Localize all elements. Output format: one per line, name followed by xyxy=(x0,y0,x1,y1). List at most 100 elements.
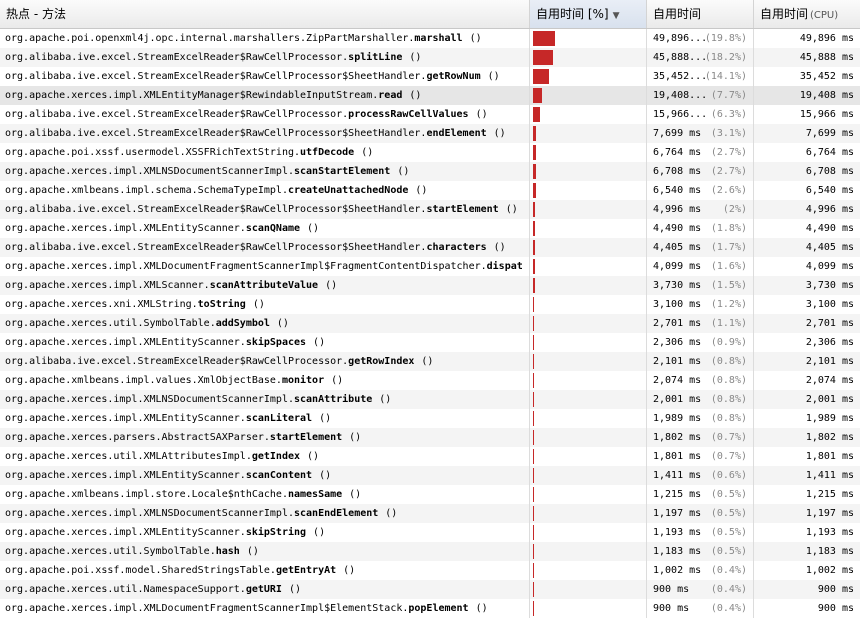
method-cell: org.apache.xmlbeans.impl.store.Locale$nt… xyxy=(0,485,530,504)
method-package: org.apache.xerces.impl.XMLDocumentFragme… xyxy=(5,261,487,272)
table-row[interactable]: org.alibaba.ive.excel.StreamExcelReader$… xyxy=(0,124,860,143)
self-time-bar xyxy=(533,107,540,122)
cpu-time-cell: 1,411 ms xyxy=(754,466,860,485)
column-header-self-time-cpu[interactable]: 自用时间 (CPU) xyxy=(754,0,860,28)
self-time-percent: (0.8%) xyxy=(710,413,747,424)
method-parens: () xyxy=(276,318,289,329)
column-header-self-time[interactable]: 自用时间 xyxy=(647,0,754,28)
self-time-bar xyxy=(533,50,553,65)
cpu-time-value: 1,215 ms xyxy=(805,489,854,500)
self-time-percent: (1.1%) xyxy=(710,318,747,329)
self-time-cell: 4,490 ms (1.8%) xyxy=(647,219,754,238)
table-row[interactable]: org.apache.poi.xssf.model.SharedStringsT… xyxy=(0,561,860,580)
self-time-cell: 2,001 ms (0.8%) xyxy=(647,390,754,409)
table-row[interactable]: org.apache.xerces.impl.XMLNSDocumentScan… xyxy=(0,504,860,523)
method-cell: org.alibaba.ive.excel.StreamExcelReader$… xyxy=(0,48,530,67)
self-time-value: 4,405 ms xyxy=(653,242,702,253)
cpu-time-value: 900 ms xyxy=(817,603,854,614)
self-time-percent: (1.6%) xyxy=(710,261,747,272)
cpu-time-value: 4,405 ms xyxy=(805,242,854,253)
cpu-time-value: 2,074 ms xyxy=(805,375,854,386)
method-cell: org.apache.xmlbeans.impl.values.XmlObjec… xyxy=(0,371,530,390)
self-time-percent: (2.7%) xyxy=(710,166,747,177)
method-package: org.apache.xmlbeans.impl.store.Locale$nt… xyxy=(5,489,288,500)
table-row[interactable]: org.alibaba.ive.excel.StreamExcelReader$… xyxy=(0,48,860,67)
self-time-value: 2,101 ms xyxy=(653,356,702,367)
cpu-time-cell: 1,197 ms xyxy=(754,504,860,523)
self-time-bar xyxy=(533,392,534,407)
table-row[interactable]: org.apache.xerces.impl.XMLEntityScanner.… xyxy=(0,333,860,352)
column-header-cpu-suffix: (CPU) xyxy=(810,10,839,21)
table-row[interactable]: org.alibaba.ive.excel.StreamExcelReader$… xyxy=(0,352,860,371)
table-row[interactable]: org.apache.xmlbeans.impl.values.XmlObjec… xyxy=(0,371,860,390)
self-time-bar-cell xyxy=(530,580,647,599)
table-row[interactable]: org.alibaba.ive.excel.StreamExcelReader$… xyxy=(0,105,860,124)
self-time-cell: 1,801 ms (0.7%) xyxy=(647,447,754,466)
cpu-time-value: 4,490 ms xyxy=(805,223,854,234)
self-time-bar-cell xyxy=(530,504,647,523)
table-row[interactable]: org.apache.xerces.impl.XMLDocumentFragme… xyxy=(0,599,860,618)
method-cell: org.apache.xerces.impl.XMLEntityScanner.… xyxy=(0,333,530,352)
table-row[interactable]: org.apache.xerces.impl.XMLEntityManager$… xyxy=(0,86,860,105)
method-package: org.apache.xerces.impl.XMLEntityScanner. xyxy=(5,413,246,424)
self-time-value: 1,411 ms xyxy=(653,470,702,481)
method-name: skipSpaces xyxy=(245,337,307,348)
table-row[interactable]: org.apache.poi.xssf.usermodel.XSSFRichTe… xyxy=(0,143,860,162)
table-row[interactable]: org.apache.xerces.util.SymbolTable.addSy… xyxy=(0,314,860,333)
method-name: scanEndElement xyxy=(293,508,379,519)
table-row[interactable]: org.apache.xerces.impl.XMLEntityScanner.… xyxy=(0,219,860,238)
method-parens: () xyxy=(493,242,506,253)
method-package: org.apache.xerces.impl.XMLEntityScanner. xyxy=(5,337,246,348)
column-header-self-time-percent[interactable]: 自用时间 [%] ▼ xyxy=(530,0,647,28)
method-name: namesSame xyxy=(287,489,343,500)
method-cell: org.apache.xerces.xni.XMLString.toString… xyxy=(0,295,530,314)
method-package: org.alibaba.ive.excel.StreamExcelReader$… xyxy=(5,71,427,82)
cpu-time-cell: 900 ms xyxy=(754,580,860,599)
column-header-method[interactable]: 热点 - 方法 xyxy=(0,0,530,28)
method-name: marshall xyxy=(414,33,463,44)
method-name: read xyxy=(378,90,403,101)
self-time-cell: 900 ms (0.4%) xyxy=(647,580,754,599)
self-time-percent: (0.5%) xyxy=(710,546,747,557)
table-row[interactable]: org.apache.xmlbeans.impl.store.Locale$nt… xyxy=(0,485,860,504)
table-row[interactable]: org.alibaba.ive.excel.StreamExcelReader$… xyxy=(0,238,860,257)
table-row[interactable]: org.apache.xerces.impl.XMLEntityScanner.… xyxy=(0,409,860,428)
method-name: skipString xyxy=(245,527,307,538)
cpu-time-cell: 1,183 ms xyxy=(754,542,860,561)
table-row[interactable]: org.apache.poi.openxml4j.opc.internal.ma… xyxy=(0,29,860,48)
table-row[interactable]: org.alibaba.ive.excel.StreamExcelReader$… xyxy=(0,200,860,219)
table-row[interactable]: org.alibaba.ive.excel.StreamExcelReader$… xyxy=(0,67,860,86)
self-time-bar-cell xyxy=(530,105,647,124)
table-row[interactable]: org.apache.xerces.xni.XMLString.toString… xyxy=(0,295,860,314)
method-parens: () xyxy=(475,109,488,120)
self-time-cell: 1,193 ms (0.5%) xyxy=(647,523,754,542)
table-row[interactable]: org.apache.xerces.util.NamespaceSupport.… xyxy=(0,580,860,599)
self-time-bar xyxy=(533,240,535,255)
table-row[interactable]: org.apache.xerces.impl.XMLEntityScanner.… xyxy=(0,466,860,485)
table-row[interactable]: org.apache.xerces.impl.XMLScanner.scanAt… xyxy=(0,276,860,295)
self-time-value: 2,001 ms xyxy=(653,394,702,405)
self-time-bar xyxy=(533,487,534,502)
self-time-bar-cell xyxy=(530,257,647,276)
self-time-percent: (1.5%) xyxy=(710,280,747,291)
method-name: processRawCellValues xyxy=(348,109,469,120)
table-row[interactable]: org.apache.xerces.impl.XMLNSDocumentScan… xyxy=(0,162,860,181)
table-row[interactable]: org.apache.xerces.impl.XMLEntityScanner.… xyxy=(0,523,860,542)
cpu-time-value: 1,193 ms xyxy=(805,527,854,538)
method-package: org.apache.xerces.impl.XMLNSDocumentScan… xyxy=(5,166,294,177)
table-row[interactable]: org.apache.xmlbeans.impl.schema.SchemaTy… xyxy=(0,181,860,200)
self-time-percent: (0.6%) xyxy=(710,470,747,481)
self-time-bar-cell xyxy=(530,466,647,485)
self-time-bar xyxy=(533,525,534,540)
method-name: scanAttributeValue xyxy=(209,280,319,291)
table-row[interactable]: org.apache.xerces.impl.XMLNSDocumentScan… xyxy=(0,390,860,409)
self-time-bar-cell xyxy=(530,314,647,333)
table-row[interactable]: org.apache.xerces.parsers.AbstractSAXPar… xyxy=(0,428,860,447)
table-row[interactable]: org.apache.xerces.impl.XMLDocumentFragme… xyxy=(0,257,860,276)
table-row[interactable]: org.apache.xerces.util.XMLAttributesImpl… xyxy=(0,447,860,466)
self-time-value: 4,490 ms xyxy=(653,223,702,234)
method-package: org.alibaba.ive.excel.StreamExcelReader$… xyxy=(5,242,427,253)
method-name: scanStartElement xyxy=(293,166,391,177)
table-row[interactable]: org.apache.xerces.util.SymbolTable.hash (… xyxy=(0,542,860,561)
method-package: org.apache.xerces.impl.XMLScanner. xyxy=(5,280,210,291)
